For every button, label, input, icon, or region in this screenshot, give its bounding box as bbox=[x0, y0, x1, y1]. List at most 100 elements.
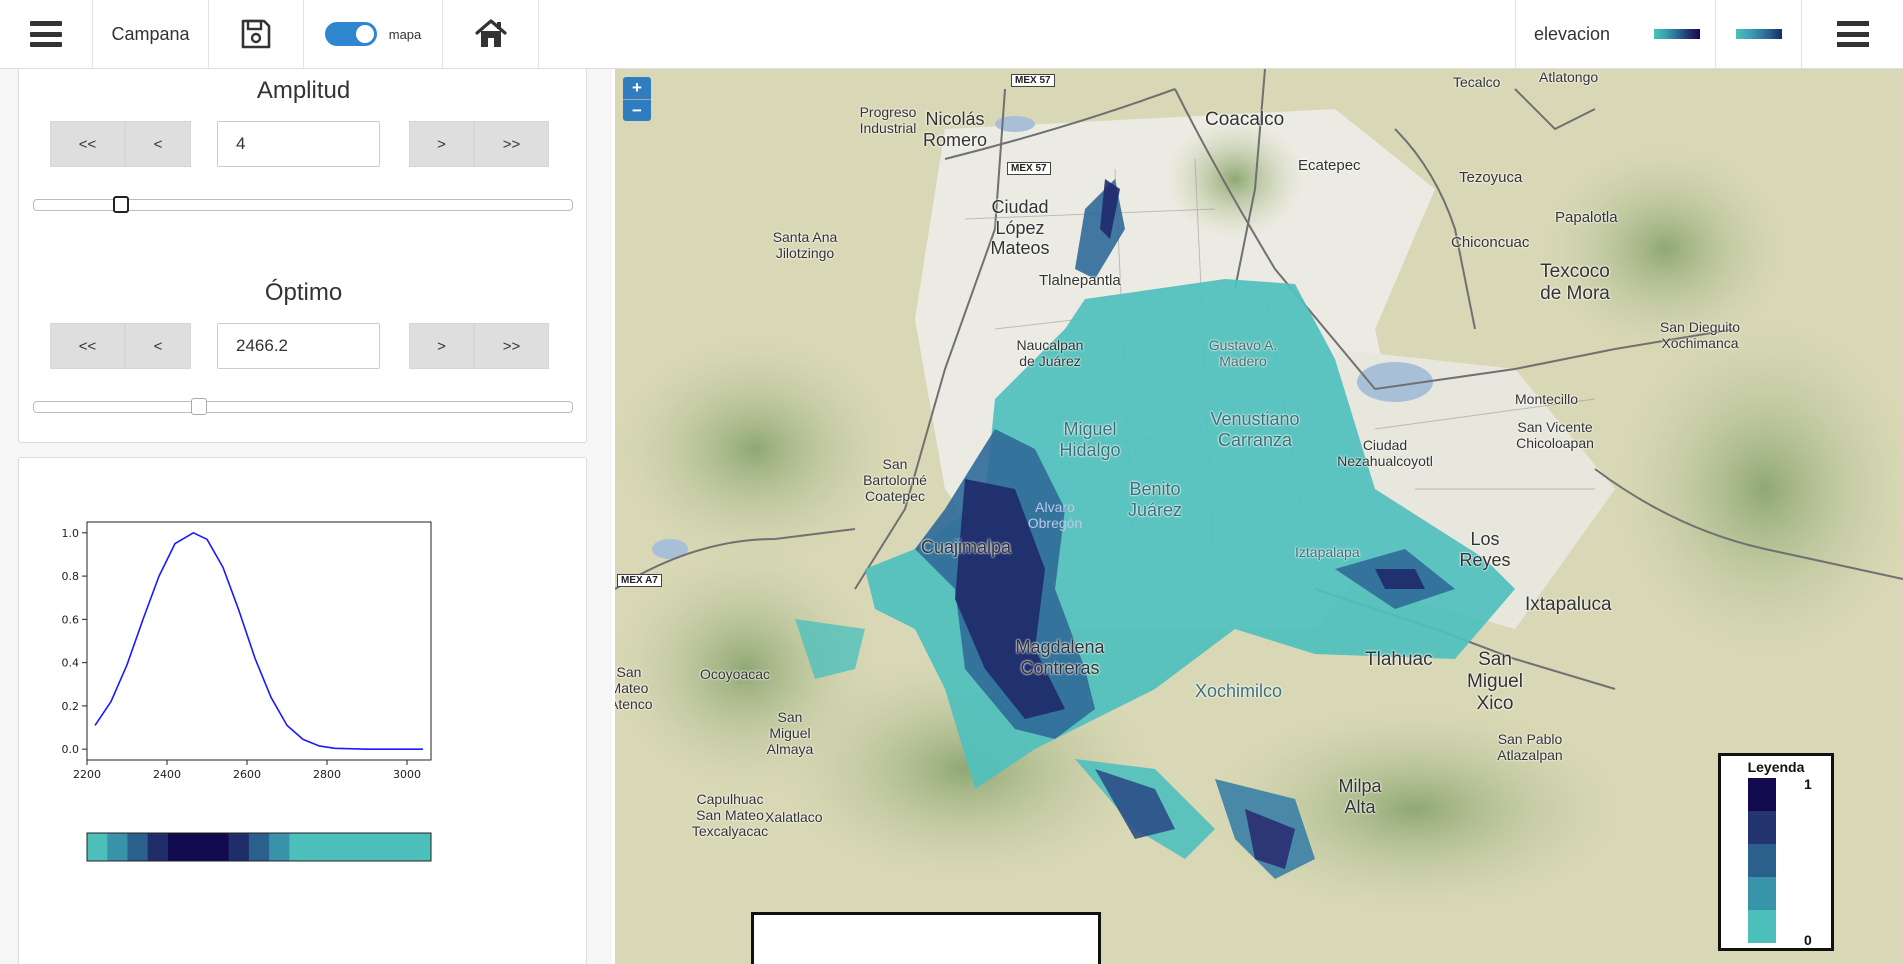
x-tick-label: 2400 bbox=[153, 768, 181, 781]
place-label: Tlahuac bbox=[1365, 649, 1433, 670]
place-label: Gustavo A. Madero bbox=[1208, 337, 1278, 370]
color-strip-cell bbox=[269, 833, 290, 861]
y-tick-label: 0.4 bbox=[62, 657, 80, 670]
floppy-disk-icon bbox=[241, 19, 271, 49]
place-label: San Dieguito Xochimanca bbox=[1659, 319, 1741, 352]
color-strip-cell bbox=[329, 833, 351, 861]
place-label: Santa Ana Jilotzingo bbox=[772, 229, 838, 262]
place-label: Venustiano Carranza bbox=[1210, 409, 1300, 450]
hamburger-icon bbox=[1836, 21, 1869, 47]
save-button[interactable] bbox=[209, 0, 304, 68]
amplitud-title: Amplitud bbox=[256, 77, 351, 104]
legend-swatch bbox=[1748, 844, 1776, 877]
optimo-next-button[interactable]: > bbox=[409, 323, 474, 369]
menu-button[interactable] bbox=[0, 0, 93, 68]
optimo-first-button[interactable]: << bbox=[50, 323, 125, 369]
color-strip-cell bbox=[167, 833, 189, 861]
map-view[interactable]: MEX 57 MEX 57 MEX A7 Progreso Industrial… bbox=[615, 69, 1903, 964]
amplitud-first-button[interactable]: << bbox=[50, 121, 125, 167]
optimo-input[interactable]: 2466.2 bbox=[217, 323, 380, 369]
place-label: Ciudad Nezahualcoyotl bbox=[1337, 437, 1433, 470]
place-label: San Vicente Chicoloapan bbox=[1516, 419, 1594, 452]
place-label: Miguel Hidalgo bbox=[1059, 419, 1121, 460]
optimo-prev-button[interactable]: < bbox=[125, 323, 191, 369]
home-icon bbox=[474, 19, 507, 47]
place-label: Montecillo bbox=[1515, 391, 1579, 407]
zoom-in-button[interactable]: + bbox=[623, 77, 651, 99]
x-tick-label: 2800 bbox=[313, 768, 341, 781]
color-strip-cell bbox=[147, 833, 169, 861]
place-label: Nicolás Romero bbox=[922, 109, 988, 150]
legend-swatch bbox=[1748, 877, 1776, 910]
color-strip-cell bbox=[107, 833, 128, 861]
place-label: Xochimilco bbox=[1195, 681, 1283, 701]
place-label: Atlatongo bbox=[1539, 69, 1599, 85]
x-tick-label: 2600 bbox=[233, 768, 261, 781]
right-menu-button[interactable] bbox=[1801, 0, 1903, 68]
map-toggle[interactable]: mapa bbox=[304, 0, 443, 68]
amplitud-next-button[interactable]: > bbox=[409, 121, 474, 167]
place-label: Progreso Industrial bbox=[859, 104, 917, 137]
legend-swatch bbox=[1748, 778, 1776, 811]
x-tick-label: 2200 bbox=[73, 768, 101, 781]
palette-selector[interactable] bbox=[1715, 0, 1801, 68]
legend-low-label: 0 bbox=[1804, 932, 1812, 948]
color-strip-cell bbox=[309, 833, 331, 861]
amplitud-slider[interactable] bbox=[33, 196, 573, 213]
color-strip-cell bbox=[228, 833, 250, 861]
legend-high-label: 1 bbox=[1804, 776, 1812, 792]
campana-button[interactable]: Campana bbox=[93, 0, 209, 68]
place-label: San Bartolomé Coatepec bbox=[863, 456, 927, 505]
optimo-last-button[interactable]: >> bbox=[474, 323, 549, 369]
y-tick-label: 0.8 bbox=[62, 570, 80, 583]
parameters-card: Amplitud << < 4 > >> Óptimo << < 2466.2 … bbox=[18, 69, 587, 443]
legend-title: Leyenda bbox=[1747, 759, 1805, 775]
amplitud-last-button[interactable]: >> bbox=[474, 121, 549, 167]
place-label: Benito Juárez bbox=[1127, 479, 1183, 520]
optimo-slider-thumb[interactable] bbox=[191, 398, 208, 415]
optimo-slider[interactable] bbox=[33, 398, 573, 415]
map-switch[interactable] bbox=[324, 22, 377, 46]
home-button[interactable] bbox=[443, 0, 539, 68]
x-tick-label: 3000 bbox=[393, 768, 421, 781]
place-label: Texcoco de Mora bbox=[1540, 261, 1610, 304]
color-strip-cell bbox=[370, 833, 392, 861]
place-label: Cuajimalpa bbox=[921, 537, 1012, 557]
place-label: San Mateo Atenco bbox=[615, 664, 653, 713]
place-label: San Pablo Atlazalpan bbox=[1497, 731, 1563, 764]
place-label: Los Reyes bbox=[1459, 529, 1511, 570]
curve-card: 2200 2400 2600 2800 3000 0.0 0.2 0.4 0.6 0.8 1.0 bbox=[18, 457, 587, 964]
plot-frame bbox=[86, 521, 432, 761]
place-label: Papalotla bbox=[1555, 209, 1618, 226]
color-strip-cell bbox=[208, 833, 230, 861]
place-label: Tlalnepantla bbox=[1039, 272, 1121, 289]
control-panel: Amplitud << < 4 > >> Óptimo << < 2466.2 … bbox=[0, 69, 612, 964]
color-strip-cell bbox=[127, 833, 149, 861]
highway-shield: MEX 57 bbox=[1011, 74, 1055, 87]
place-label: Ecatepec bbox=[1298, 157, 1361, 174]
place-label: Naucalpan de Juárez bbox=[1016, 337, 1084, 370]
legend-color-bar bbox=[1748, 778, 1776, 943]
map-basemap bbox=[615, 69, 1903, 964]
amplitud-slider-thumb[interactable] bbox=[112, 196, 129, 213]
y-tick-label: 1.0 bbox=[62, 527, 80, 540]
place-label: Coacalco bbox=[1205, 109, 1285, 130]
amplitud-input[interactable]: 4 bbox=[217, 121, 380, 167]
layer-label: elevacion bbox=[1534, 23, 1611, 44]
legend-swatch bbox=[1748, 811, 1776, 844]
y-tick-label: 0.6 bbox=[62, 613, 80, 626]
color-strip-cell bbox=[87, 833, 108, 861]
amplitud-prev-button[interactable]: < bbox=[125, 121, 191, 167]
zoom-out-button[interactable]: − bbox=[623, 99, 651, 121]
layer-selector[interactable]: elevacion bbox=[1515, 0, 1715, 68]
place-label: Alvaro Obregón bbox=[1027, 499, 1083, 532]
place-label: Chiconcuac bbox=[1451, 234, 1530, 251]
place-label: Iztapalapa bbox=[1295, 544, 1360, 560]
place-label: Tezoyuca bbox=[1459, 169, 1523, 186]
info-box bbox=[751, 912, 1101, 964]
color-strip-cell bbox=[390, 833, 412, 861]
color-strip-cell bbox=[289, 833, 311, 861]
place-label: Capulhuac San Mateo Texcalyacac bbox=[691, 791, 769, 840]
map-toggle-label: mapa bbox=[388, 26, 422, 42]
palette-gradient-swatch bbox=[1735, 29, 1782, 39]
